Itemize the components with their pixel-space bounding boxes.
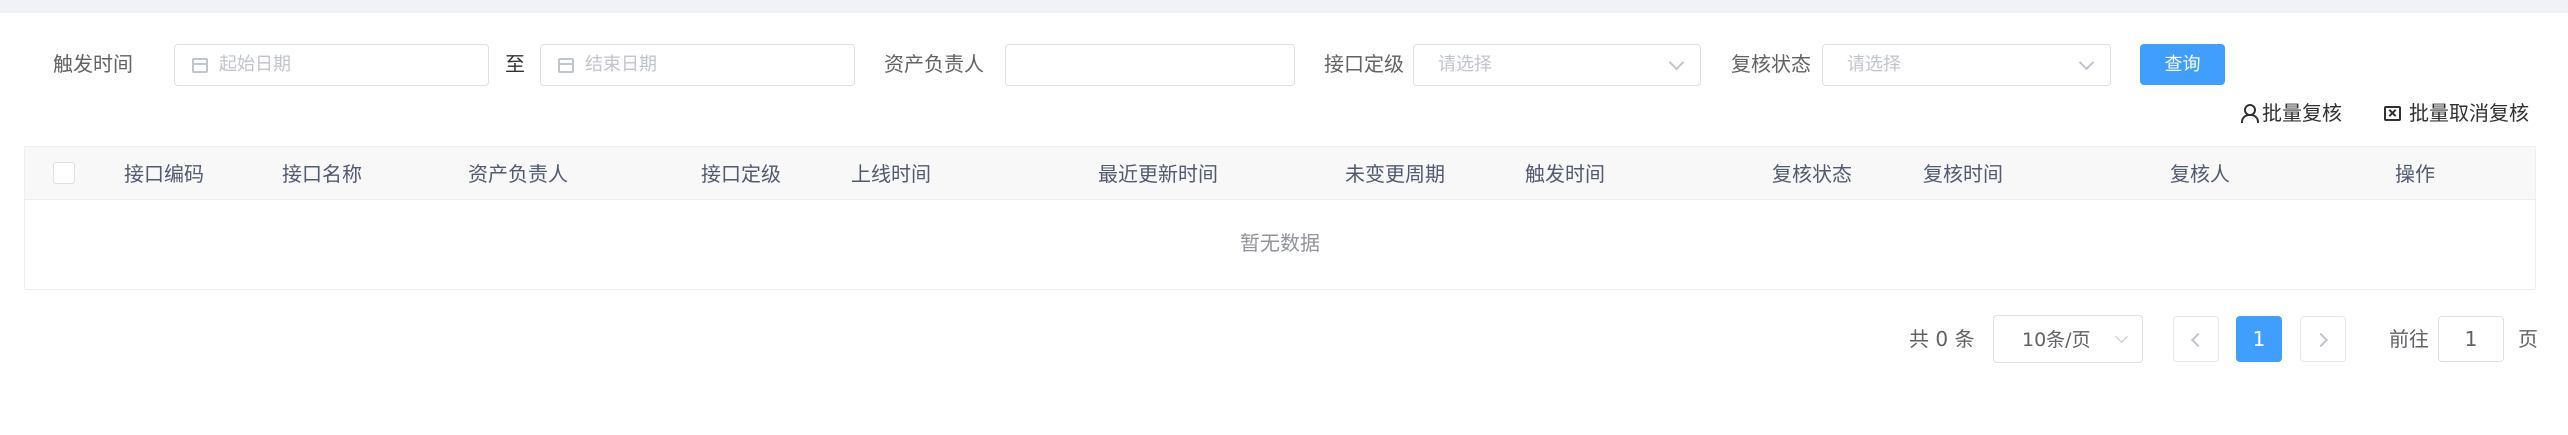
column-header[interactable]: 上线时间 <box>851 162 931 186</box>
range-separator: 至 <box>505 52 525 76</box>
pagination-total: 共 0 条 <box>1909 327 1975 351</box>
chevron-left-icon <box>2190 332 2206 348</box>
column-header[interactable]: 操作 <box>2395 162 2435 186</box>
trigger-time-label: 触发时间 <box>53 52 133 76</box>
start-date-input[interactable]: 起始日期 <box>174 44 489 86</box>
calendar-icon <box>192 58 208 73</box>
top-strip <box>0 0 2568 13</box>
grade-select[interactable]: 请选择 <box>1413 44 1701 86</box>
chevron-right-icon <box>2313 332 2329 348</box>
batch-review-label: 批量复核 <box>2262 101 2342 125</box>
column-header[interactable]: 资产负责人 <box>468 162 568 186</box>
batch-cancel-review-button[interactable]: 批量取消复核 <box>2384 100 2529 126</box>
table-header: 接口编码 接口名称 资产负责人 接口定级 上线时间 最近更新时间 未变更周期 触… <box>25 147 2535 200</box>
grade-placeholder: 请选择 <box>1438 54 1492 75</box>
column-header[interactable]: 复核人 <box>2170 162 2230 186</box>
select-all-checkbox[interactable] <box>53 162 75 184</box>
user-icon <box>2240 104 2259 123</box>
review-status-placeholder: 请选择 <box>1847 54 1901 75</box>
goto-prefix: 前往 <box>2389 327 2429 351</box>
data-table: 接口编码 接口名称 资产负责人 接口定级 上线时间 最近更新时间 未变更周期 触… <box>24 146 2536 290</box>
page-number-current[interactable]: 1 <box>2236 316 2282 362</box>
column-header[interactable]: 复核状态 <box>1772 162 1852 186</box>
owner-input[interactable] <box>1005 44 1295 86</box>
close-box-icon <box>2384 106 2401 121</box>
owner-label: 资产负责人 <box>884 52 984 76</box>
goto-page-input[interactable] <box>2438 316 2504 362</box>
goto-suffix: 页 <box>2518 327 2538 351</box>
column-header[interactable]: 最近更新时间 <box>1098 162 1218 186</box>
page-size-select[interactable]: 10条/页 <box>1993 315 2143 363</box>
column-header[interactable]: 接口编码 <box>124 162 204 186</box>
page-size-value: 10条/页 <box>2022 329 2091 351</box>
column-header[interactable]: 接口名称 <box>282 162 362 186</box>
empty-state-text: 暂无数据 <box>1240 231 1320 255</box>
chevron-down-icon <box>2078 54 2095 71</box>
batch-cancel-review-label: 批量取消复核 <box>2409 101 2529 125</box>
prev-page-button[interactable] <box>2173 316 2219 362</box>
chevron-down-icon <box>1668 54 1685 71</box>
review-status-label: 复核状态 <box>1731 52 1811 76</box>
column-header[interactable]: 复核时间 <box>1923 162 2003 186</box>
column-header[interactable]: 接口定级 <box>701 162 781 186</box>
chevron-down-icon <box>2115 330 2128 343</box>
end-date-input[interactable]: 结束日期 <box>540 44 855 86</box>
batch-review-button[interactable]: 批量复核 <box>2240 100 2342 126</box>
calendar-icon <box>558 58 574 73</box>
column-header[interactable]: 未变更周期 <box>1345 162 1445 186</box>
end-date-placeholder: 结束日期 <box>585 54 657 75</box>
grade-label: 接口定级 <box>1324 52 1404 76</box>
review-status-select[interactable]: 请选择 <box>1822 44 2111 86</box>
column-header[interactable]: 触发时间 <box>1525 162 1605 186</box>
next-page-button[interactable] <box>2300 316 2346 362</box>
start-date-placeholder: 起始日期 <box>219 54 291 75</box>
query-button[interactable]: 查询 <box>2140 44 2225 85</box>
